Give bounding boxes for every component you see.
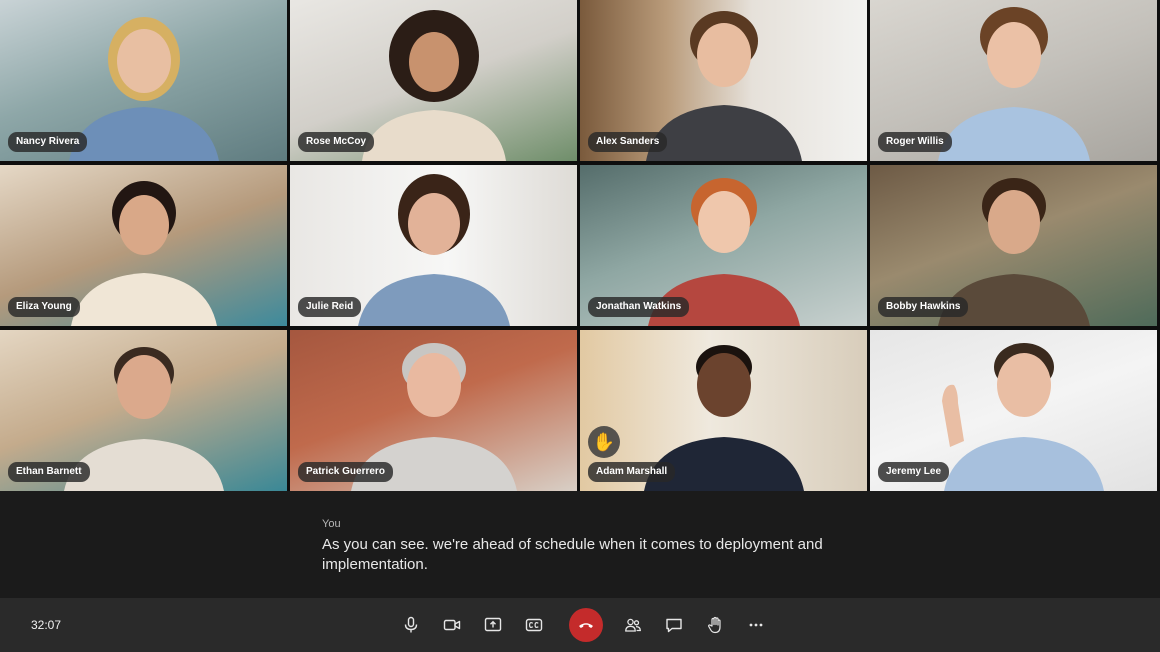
participant-tile[interactable]: Julie Reid [290,165,577,326]
more-options-button[interactable] [738,607,774,643]
caption-speaker: You [322,518,341,530]
closed-captions-button[interactable] [516,607,552,643]
participant-name: Julie Reid [298,297,362,317]
participant-name: Rose McCoy [298,132,375,152]
video-grid: Nancy Rivera Rose McCoy Alex Sanders Rog… [0,0,1160,491]
participant-name: Jeremy Lee [878,462,950,482]
participant-tile[interactable]: Patrick Guerrero [290,330,577,491]
participant-name: Eliza Young [8,297,80,317]
participant-name: Alex Sanders [588,132,668,152]
participant-tile[interactable]: Roger Willis [870,0,1157,161]
participant-name: Bobby Hawkins [878,297,969,317]
participant-tile[interactable]: ✋ Adam Marshall [580,330,867,491]
participant-tile[interactable]: Jonathan Watkins [580,165,867,326]
chat-button[interactable] [656,607,692,643]
participant-video [70,181,217,326]
microphone-icon [404,616,418,633]
participant-video [357,174,510,326]
share-screen-button[interactable] [475,607,511,643]
participant-name: Jonathan Watkins [588,297,690,317]
call-control-bar: 32:07 [0,598,1160,652]
more-options-icon [749,623,763,627]
participant-name: Patrick Guerrero [298,462,393,482]
participant-name: Ethan Barnett [8,462,90,482]
participant-tile[interactable]: Nancy Rivera [0,0,287,161]
participant-name: Nancy Rivera [8,132,88,152]
raised-hand-icon: ✋ [588,426,620,458]
camera-icon [443,619,461,631]
participant-tile[interactable]: Rose McCoy [290,0,577,161]
participant-tile[interactable]: Bobby Hawkins [870,165,1157,326]
participants-icon [625,618,641,632]
raise-hand-button[interactable] [697,607,733,643]
chat-icon [666,618,682,633]
end-call-button[interactable] [569,608,603,642]
live-captions: You As you can see. we're ahead of sched… [0,491,1160,598]
participants-button[interactable] [615,607,651,643]
participant-tile[interactable]: Eliza Young [0,165,287,326]
participant-name: Roger Willis [878,132,952,152]
end-call-icon [579,623,593,628]
camera-button[interactable] [434,607,470,643]
closed-captions-icon [525,618,543,632]
participant-tile[interactable]: Alex Sanders [580,0,867,161]
caption-text: As you can see. we're ahead of schedule … [322,536,823,573]
participant-tile[interactable]: Ethan Barnett [0,330,287,491]
microphone-button[interactable] [393,607,429,643]
participant-tile[interactable]: Jeremy Lee [870,330,1157,491]
call-controls [393,607,779,643]
call-timer: 32:07 [31,618,62,632]
raise-hand-icon [708,616,721,634]
participant-name: Adam Marshall [588,462,676,482]
share-screen-icon [484,617,502,632]
